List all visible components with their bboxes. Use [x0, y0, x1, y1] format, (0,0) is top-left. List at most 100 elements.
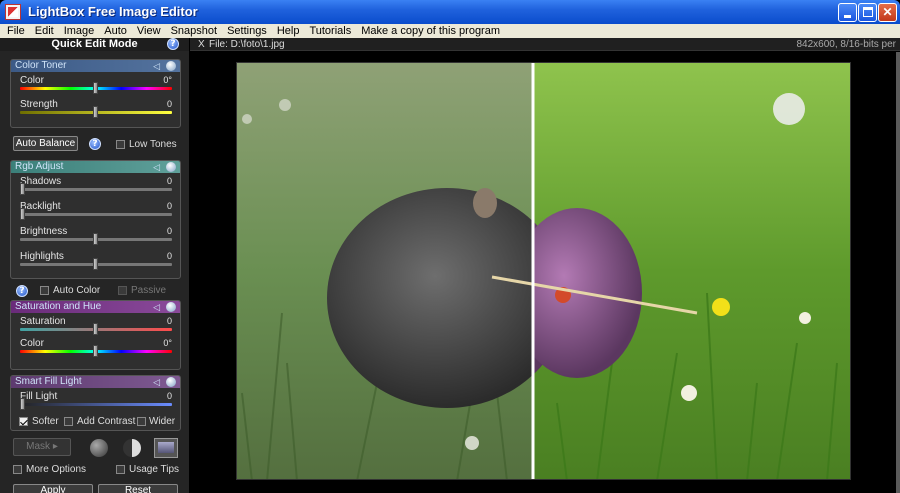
- photo-preview[interactable]: [236, 62, 851, 480]
- color-toner-header[interactable]: Color Toner ◁: [11, 60, 180, 72]
- smart-fill-title: Smart Fill Light: [15, 376, 82, 387]
- menu-settings[interactable]: Settings: [222, 24, 272, 38]
- maximize-button[interactable]: [858, 3, 877, 22]
- highlights-label: Highlights: [20, 251, 64, 262]
- passive-checkbox[interactable]: [118, 286, 127, 295]
- color-toner-title: Color Toner: [15, 60, 67, 71]
- file-tab-bar: X File: D:\foto\1.jpg 842x600, 8/16-bits…: [190, 38, 900, 51]
- shadows-label: Shadows: [20, 176, 62, 187]
- vertical-scrollbar[interactable]: [896, 52, 900, 493]
- menu-tutorials[interactable]: Tutorials: [304, 24, 356, 38]
- toner-color-value: 0°: [163, 75, 172, 85]
- toner-color-label: Color: [20, 75, 44, 86]
- toner-strength-label: Strength: [20, 99, 58, 110]
- dial-icon[interactable]: [90, 439, 108, 457]
- auto-color-label: Auto Color: [53, 285, 101, 296]
- auto-balance-help-icon[interactable]: ?: [89, 138, 101, 150]
- saturation-hue-section: Saturation and Hue ◁ Saturation 0 Color …: [10, 300, 181, 370]
- backlight-value: 0: [166, 201, 172, 211]
- softer-label: Softer: [32, 416, 59, 427]
- fill-light-slider[interactable]: [20, 403, 172, 406]
- menu-make-copy[interactable]: Make a copy of this program: [356, 24, 505, 38]
- file-info: 842x600, 8/16-bits per: [796, 39, 896, 50]
- maximize-icon: [863, 7, 873, 17]
- rgb-adjust-section: Rgb Adjust ◁ Shadows 0 Backlight 0 Brigh…: [10, 160, 181, 279]
- auto-color-help-icon[interactable]: ?: [16, 285, 28, 297]
- section-help-icon[interactable]: [166, 302, 176, 312]
- section-help-icon[interactable]: [166, 61, 176, 71]
- app-icon: [5, 4, 21, 20]
- auto-balance-button[interactable]: Auto Balance: [13, 136, 78, 151]
- brightness-label: Brightness: [20, 226, 68, 237]
- section-help-icon[interactable]: [166, 162, 176, 172]
- file-name: File: D:\foto\1.jpg: [209, 39, 285, 50]
- brightness-thumb[interactable]: [93, 233, 98, 245]
- low-tones-checkbox[interactable]: [116, 140, 125, 149]
- add-contrast-checkbox[interactable]: [64, 417, 73, 426]
- minimize-button[interactable]: [838, 3, 857, 22]
- rgb-adjust-title: Rgb Adjust: [15, 161, 64, 172]
- menu-snapshot[interactable]: Snapshot: [166, 24, 222, 38]
- fill-light-value: 0: [166, 391, 172, 401]
- fill-light-label: Fill Light: [20, 391, 58, 402]
- auto-color-checkbox[interactable]: [40, 286, 49, 295]
- hue-color-thumb[interactable]: [93, 345, 98, 357]
- menu-file[interactable]: File: [2, 24, 30, 38]
- contrast-icon[interactable]: [123, 439, 141, 457]
- apply-button[interactable]: Apply: [13, 484, 93, 493]
- collapse-icon[interactable]: ◁: [153, 376, 160, 388]
- toner-strength-thumb[interactable]: [93, 106, 98, 118]
- shadows-value: 0: [166, 176, 172, 186]
- close-icon: ✕: [882, 5, 893, 19]
- smart-fill-header[interactable]: Smart Fill Light ◁: [11, 376, 180, 388]
- window-title: LightBox Free Image Editor: [28, 4, 198, 19]
- more-options-checkbox[interactable]: [13, 465, 22, 474]
- menu-help[interactable]: Help: [272, 24, 305, 38]
- backlight-label: Backlight: [20, 201, 61, 212]
- mask-label: Mask: [26, 441, 51, 452]
- rgb-adjust-header[interactable]: Rgb Adjust ◁: [11, 161, 180, 173]
- collapse-icon[interactable]: ◁: [153, 301, 160, 313]
- shadows-slider[interactable]: [20, 188, 172, 191]
- usage-tips-label: Usage Tips: [129, 464, 180, 475]
- menu-edit[interactable]: Edit: [30, 24, 59, 38]
- panel-title: Quick Edit Mode: [51, 38, 138, 50]
- smart-fill-section: Smart Fill Light ◁ Fill Light 0 Softer A…: [10, 375, 181, 431]
- backlight-thumb[interactable]: [20, 208, 25, 220]
- panel-header: Quick Edit Mode ?: [0, 38, 189, 51]
- mask-button[interactable]: Mask ▸: [13, 438, 71, 456]
- compare-icon[interactable]: [154, 438, 178, 458]
- add-contrast-label: Add Contrast: [77, 416, 136, 427]
- usage-tips-checkbox[interactable]: [116, 465, 125, 474]
- close-button[interactable]: ✕: [878, 3, 897, 22]
- toner-color-thumb[interactable]: [93, 82, 98, 94]
- wider-label: Wider: [149, 416, 176, 427]
- fill-light-thumb[interactable]: [20, 398, 25, 410]
- menu-image[interactable]: Image: [59, 24, 100, 38]
- highlights-thumb[interactable]: [93, 258, 98, 270]
- photo-image: [237, 63, 850, 479]
- shadows-thumb[interactable]: [20, 183, 25, 195]
- reset-button[interactable]: Reset: [98, 484, 178, 493]
- highlights-value: 0: [166, 251, 172, 261]
- title-bar: LightBox Free Image Editor ✕: [0, 0, 900, 24]
- more-options-label: More Options: [26, 464, 87, 475]
- hue-color-value: 0°: [163, 338, 172, 348]
- backlight-slider[interactable]: [20, 213, 172, 216]
- collapse-icon[interactable]: ◁: [153, 161, 160, 173]
- help-icon[interactable]: ?: [167, 38, 179, 50]
- saturation-thumb[interactable]: [93, 323, 98, 335]
- hue-color-label: Color: [20, 338, 44, 349]
- softer-checkbox[interactable]: [19, 417, 28, 426]
- file-close-icon[interactable]: X: [198, 38, 205, 51]
- section-help-icon[interactable]: [166, 377, 176, 387]
- low-tones-label: Low Tones: [129, 139, 177, 150]
- menu-auto[interactable]: Auto: [99, 24, 132, 38]
- menu-view[interactable]: View: [132, 24, 166, 38]
- wider-checkbox[interactable]: [137, 417, 146, 426]
- minimize-icon: [844, 15, 851, 18]
- toner-strength-value: 0: [166, 99, 172, 109]
- saturation-value: 0: [166, 316, 172, 326]
- collapse-icon[interactable]: ◁: [153, 60, 160, 72]
- saturation-hue-header[interactable]: Saturation and Hue ◁: [11, 301, 180, 313]
